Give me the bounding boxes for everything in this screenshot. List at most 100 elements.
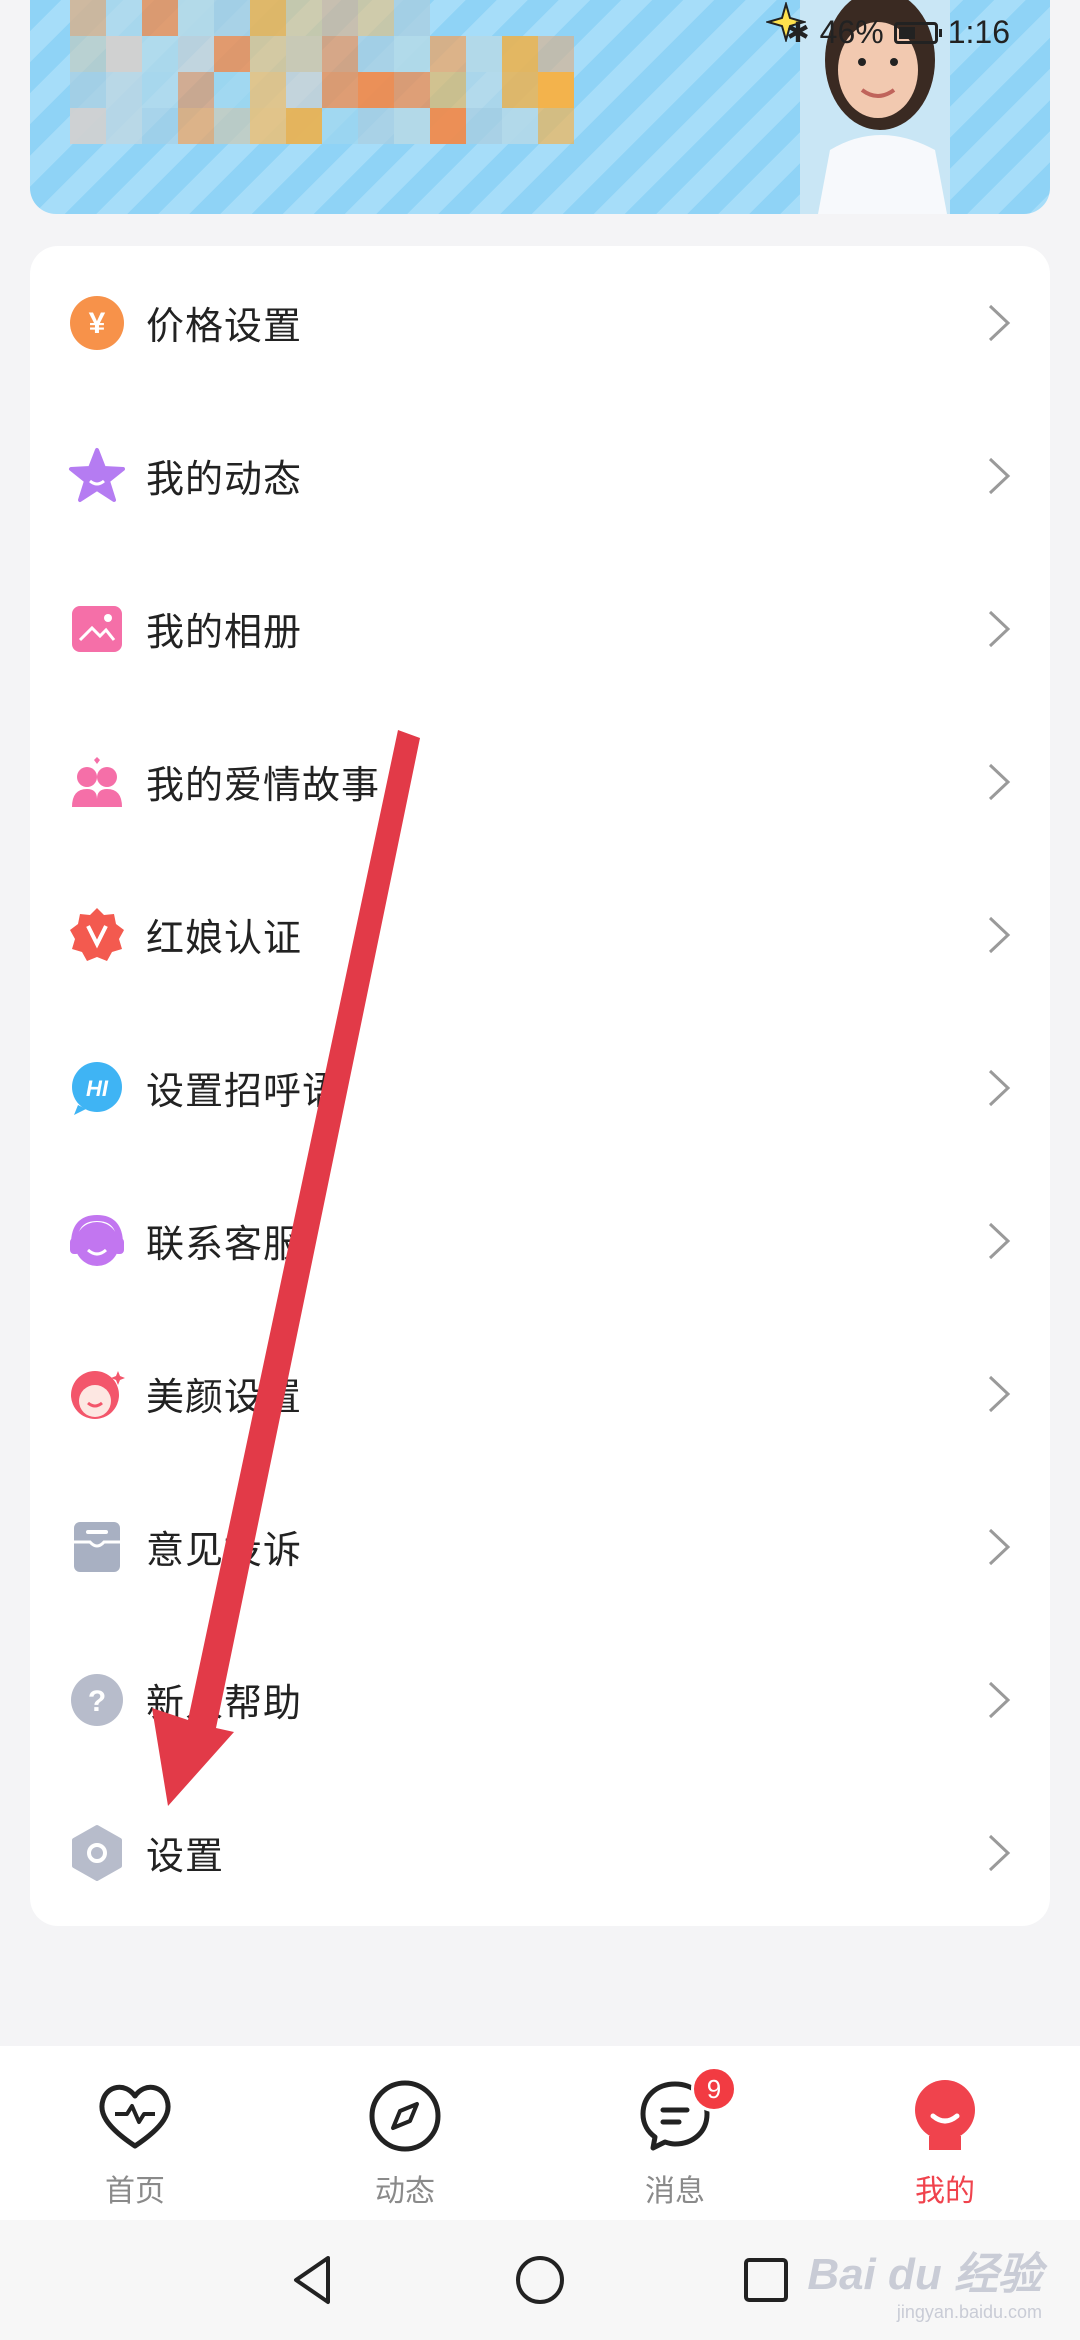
chevron-right-icon bbox=[988, 610, 1011, 647]
photo-album-icon bbox=[68, 600, 126, 658]
battery-icon bbox=[893, 21, 942, 44]
clock: 1:16 bbox=[947, 14, 1010, 50]
mosaic-tile bbox=[142, 0, 178, 36]
menu-item-contact-support[interactable]: 联系客服 bbox=[30, 1164, 1050, 1317]
chevron-right-icon bbox=[988, 1222, 1011, 1259]
question-icon: ? bbox=[68, 1671, 126, 1729]
menu-item-feedback-complaints[interactable]: 意见投诉 bbox=[30, 1470, 1050, 1623]
mosaic-tile bbox=[214, 0, 250, 36]
mosaic-tile bbox=[142, 36, 178, 72]
watermark-url: jingyan.baidu.com bbox=[896, 2302, 1042, 2322]
mosaic-tile bbox=[70, 72, 106, 108]
tab-moments[interactable]: 动态 bbox=[270, 2046, 540, 2220]
mosaic-tile bbox=[430, 72, 466, 108]
chevron-right-icon bbox=[988, 457, 1011, 494]
mosaic-tile bbox=[502, 72, 538, 108]
mosaic-tile bbox=[322, 36, 358, 72]
mosaic-tile bbox=[466, 36, 502, 72]
menu-item-my-love-story[interactable]: 我的爱情故事 bbox=[30, 705, 1050, 858]
menu-item-newcomer-help[interactable]: ? 新人帮助 bbox=[30, 1623, 1050, 1776]
menu-item-my-album[interactable]: 我的相册 bbox=[30, 552, 1050, 705]
chevron-right-icon bbox=[988, 763, 1011, 800]
mosaic-tile bbox=[538, 72, 574, 108]
menu-item-settings[interactable]: 设置 bbox=[30, 1776, 1050, 1929]
yuan-coin-icon: ¥ bbox=[68, 294, 126, 352]
mosaic-tile bbox=[286, 0, 322, 36]
mosaic-tile bbox=[358, 108, 394, 144]
mosaic-tile bbox=[142, 72, 178, 108]
mosaic-tile bbox=[214, 108, 250, 144]
screen: ✱ 46% 1:16 ¥ 价格设置 我的动态 我的相册 我的爱情故事 红娘认证 … bbox=[0, 0, 1080, 2340]
mosaic-tile bbox=[70, 108, 106, 144]
menu-item-label: 意见投诉 bbox=[146, 1528, 303, 1572]
mosaic-tile bbox=[286, 36, 322, 72]
compass-icon bbox=[365, 2076, 445, 2156]
mosaic-tile bbox=[178, 36, 214, 72]
mosaic-tile bbox=[106, 36, 142, 72]
mosaic-tile bbox=[394, 72, 430, 108]
unread-badge: 9 bbox=[691, 2066, 737, 2112]
tab-label: 消息 bbox=[645, 2174, 705, 2209]
mosaic-tile bbox=[178, 108, 214, 144]
mosaic-tile bbox=[250, 0, 286, 36]
baidu-watermark: Bai du 经验 jingyan.baidu.com bbox=[807, 2238, 1042, 2323]
mosaic-tile bbox=[502, 108, 538, 144]
settings-hex-icon bbox=[68, 1824, 126, 1882]
verified-badge-icon bbox=[68, 906, 126, 964]
tab-mine[interactable]: 我的 bbox=[810, 2046, 1080, 2220]
tab-messages[interactable]: 9 消息 bbox=[540, 2046, 810, 2220]
chevron-right-icon bbox=[988, 1528, 1011, 1565]
bottom-tab-bar: 首页 动态 9 消息 我的 bbox=[0, 2046, 1080, 2220]
banner-mosaic bbox=[70, 0, 718, 144]
mosaic-tile bbox=[214, 72, 250, 108]
svg-text:?: ? bbox=[88, 1685, 106, 1718]
mosaic-tile bbox=[250, 108, 286, 144]
watermark-logo: Bai du 经验 bbox=[807, 2250, 1042, 2299]
chevron-right-icon bbox=[988, 1375, 1011, 1412]
chevron-right-icon bbox=[988, 1834, 1011, 1871]
beauty-face-icon bbox=[68, 1365, 126, 1423]
chevron-right-icon bbox=[988, 1681, 1011, 1718]
recents-icon[interactable] bbox=[738, 2252, 794, 2308]
back-icon[interactable] bbox=[286, 2252, 342, 2308]
menu-card: ¥ 价格设置 我的动态 我的相册 我的爱情故事 红娘认证 HI 设置招呼语 联系… bbox=[30, 246, 1050, 1926]
menu-item-matchmaker-verification[interactable]: 红娘认证 bbox=[30, 858, 1050, 1011]
tab-home[interactable]: 首页 bbox=[0, 2046, 270, 2220]
menu-item-label: 我的动态 bbox=[146, 457, 303, 501]
mosaic-tile bbox=[430, 108, 466, 144]
menu-item-my-moments[interactable]: 我的动态 bbox=[30, 399, 1050, 552]
heart-pulse-icon bbox=[95, 2076, 175, 2156]
menu-item-price-settings[interactable]: ¥ 价格设置 bbox=[30, 246, 1050, 399]
mosaic-tile bbox=[430, 36, 466, 72]
mosaic-tile bbox=[142, 108, 178, 144]
mosaic-tile bbox=[358, 36, 394, 72]
mosaic-tile bbox=[538, 36, 574, 72]
bluetooth-icon: ✱ bbox=[786, 17, 810, 48]
mosaic-tile bbox=[322, 108, 358, 144]
menu-item-label: 红娘认证 bbox=[146, 916, 303, 960]
mosaic-tile bbox=[106, 108, 142, 144]
chevron-right-icon bbox=[988, 916, 1011, 953]
menu-item-label: 我的相册 bbox=[146, 610, 303, 654]
mosaic-tile bbox=[502, 36, 538, 72]
mosaic-tile bbox=[466, 108, 502, 144]
profile-icon bbox=[905, 2076, 985, 2156]
tab-label: 动态 bbox=[375, 2174, 435, 2209]
mosaic-tile bbox=[394, 108, 430, 144]
mosaic-tile bbox=[250, 72, 286, 108]
mosaic-tile bbox=[70, 36, 106, 72]
home-icon[interactable] bbox=[512, 2252, 568, 2308]
mosaic-tile bbox=[106, 72, 142, 108]
mosaic-tile bbox=[322, 72, 358, 108]
menu-item-beauty-settings[interactable]: 美颜设置 bbox=[30, 1317, 1050, 1470]
menu-item-label: 设置招呼语 bbox=[146, 1069, 342, 1113]
mosaic-tile bbox=[106, 0, 142, 36]
battery-percent: 46% bbox=[819, 14, 884, 50]
svg-text:HI: HI bbox=[86, 1076, 109, 1101]
chat-icon: 9 bbox=[635, 2066, 737, 2156]
tab-label: 我的 bbox=[915, 2174, 975, 2209]
mosaic-tile bbox=[286, 108, 322, 144]
mosaic-tile bbox=[322, 0, 358, 36]
menu-item-set-greeting[interactable]: HI 设置招呼语 bbox=[30, 1011, 1050, 1164]
tab-label: 首页 bbox=[105, 2174, 165, 2209]
